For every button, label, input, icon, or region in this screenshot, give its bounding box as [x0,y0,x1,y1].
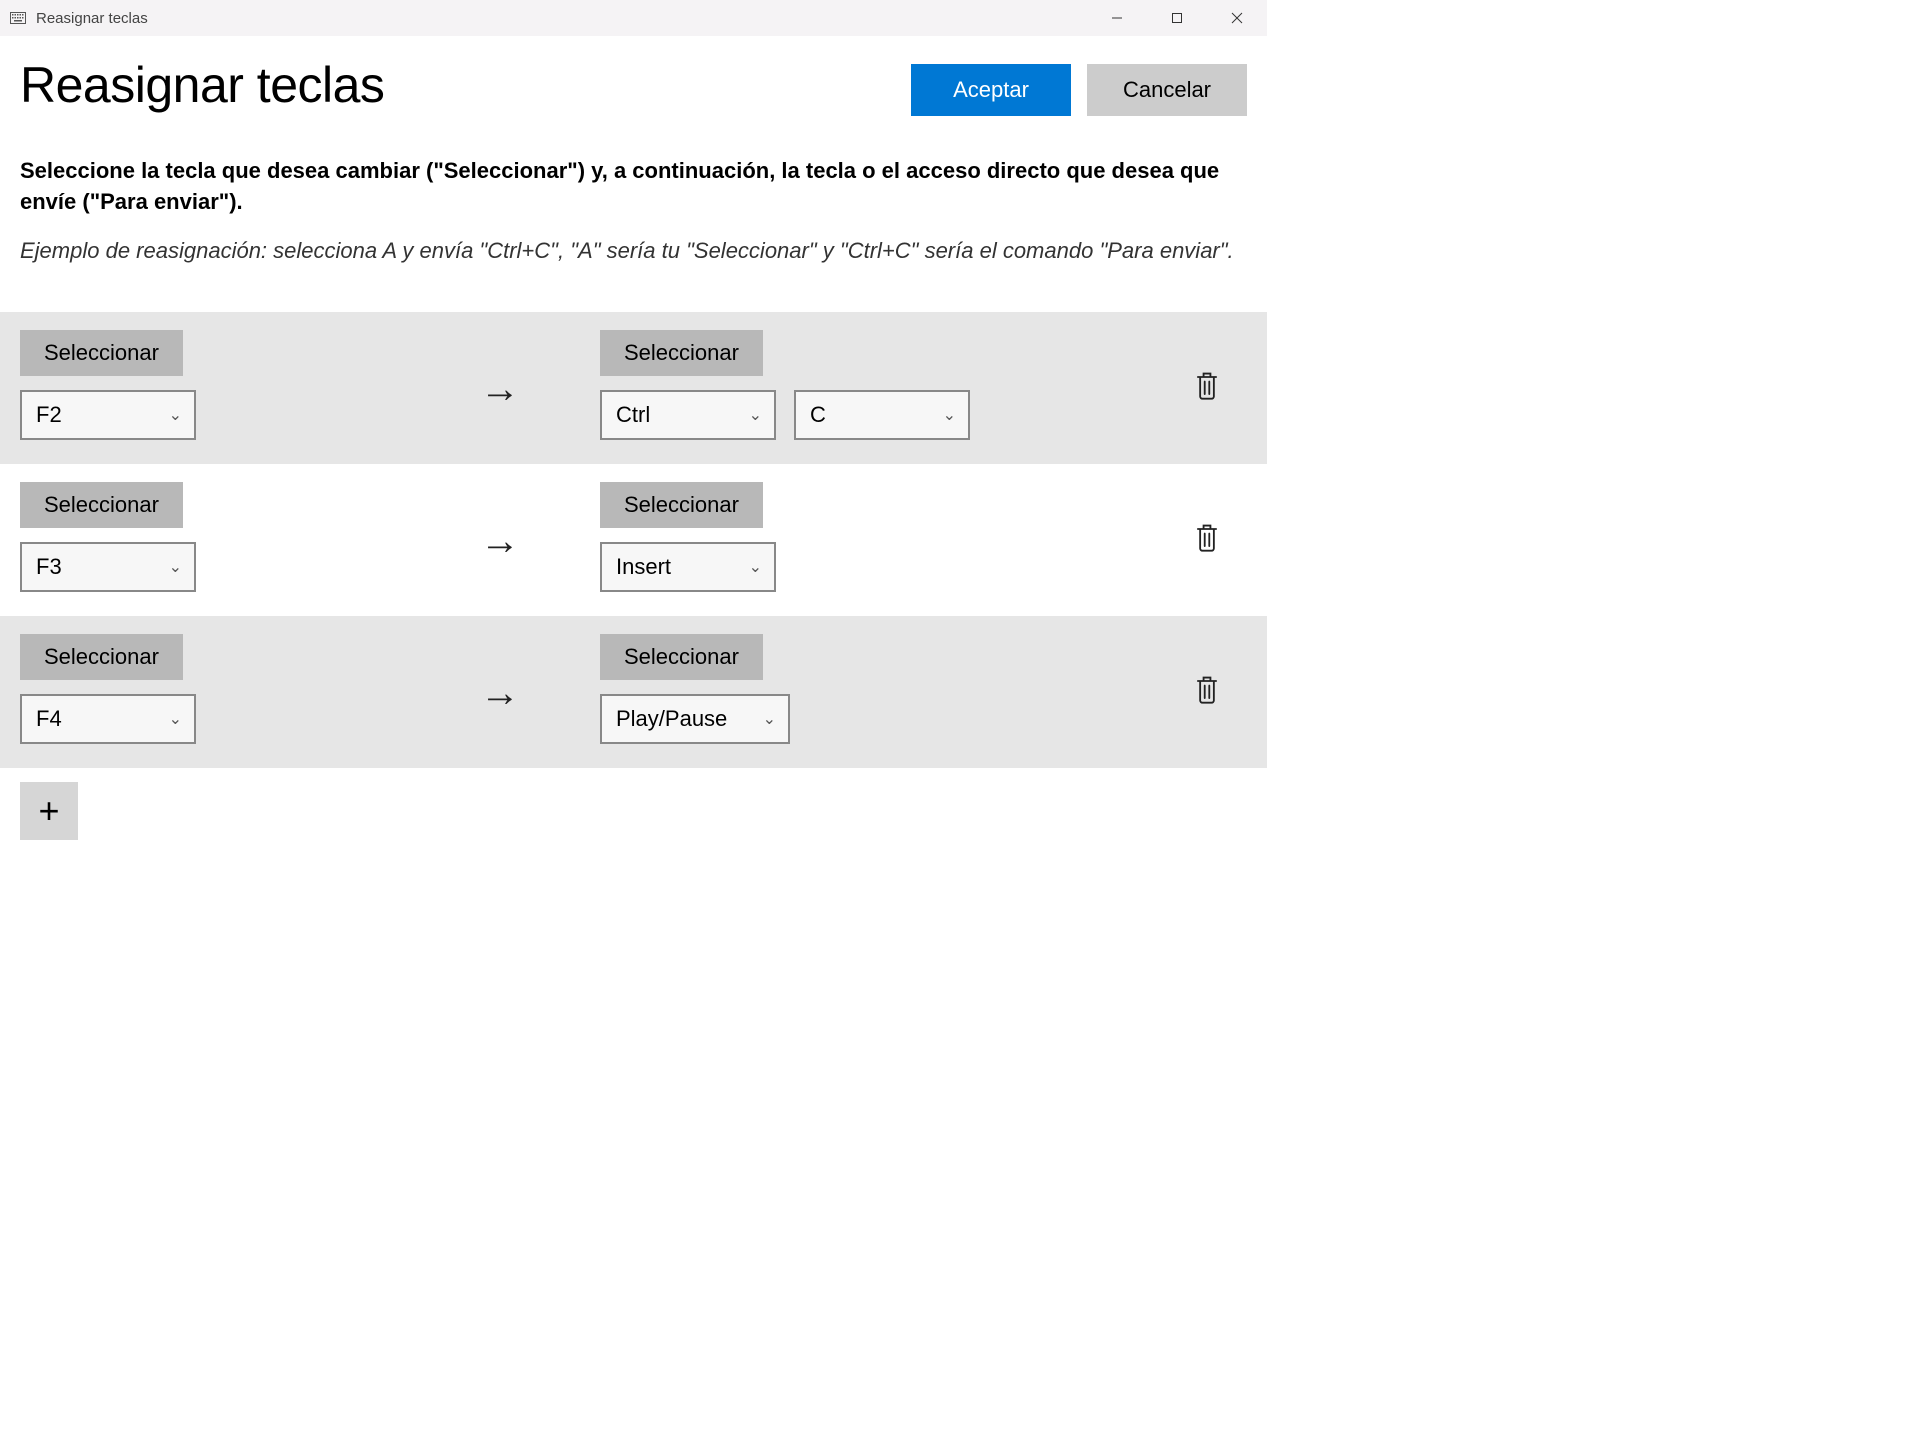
chevron-down-icon: ⌄ [169,405,182,425]
select-from-button[interactable]: Seleccionar [20,482,183,528]
chevron-down-icon: ⌄ [749,557,762,577]
keyboard-icon [10,11,26,25]
add-mapping-button[interactable]: + [20,782,78,840]
to-key-dropdown[interactable]: Play/Pause ⌄ [600,694,790,744]
mapping-row: Seleccionar F4 ⌄ → Seleccionar Play/Paus… [0,616,1267,768]
delete-button[interactable] [1193,521,1221,553]
titlebar: Reasignar teclas [0,0,1267,36]
plus-icon: + [38,790,59,832]
from-key-dropdown[interactable]: F4 ⌄ [20,694,196,744]
cancel-button[interactable]: Cancelar [1087,64,1247,116]
mapping-row: Seleccionar F2 ⌄ → Seleccionar Ctrl ⌄ [0,312,1267,464]
dropdown-value: F2 [36,402,62,428]
mappings-list: Seleccionar F2 ⌄ → Seleccionar Ctrl ⌄ [0,312,1267,768]
to-key-dropdown[interactable]: Ctrl ⌄ [600,390,776,440]
dropdown-value: Insert [616,554,671,580]
accept-button[interactable]: Aceptar [911,64,1071,116]
dropdown-value: F4 [36,706,62,732]
instructions-text: Seleccione la tecla que desea cambiar ("… [20,156,1247,218]
to-key-dropdown[interactable]: Insert ⌄ [600,542,776,592]
delete-button[interactable] [1193,673,1221,705]
from-key-dropdown[interactable]: F3 ⌄ [20,542,196,592]
dropdown-value: C [810,402,826,428]
dropdown-value: Ctrl [616,402,650,428]
chevron-down-icon: ⌄ [763,709,776,729]
select-to-button[interactable]: Seleccionar [600,330,763,376]
chevron-down-icon: ⌄ [749,405,762,425]
window-title: Reasignar teclas [36,10,1087,27]
select-to-button[interactable]: Seleccionar [600,482,763,528]
minimize-button[interactable] [1087,0,1147,36]
maximize-button[interactable] [1147,0,1207,36]
arrow-icon: → [400,357,600,412]
to-key-dropdown[interactable]: C ⌄ [794,390,970,440]
select-from-button[interactable]: Seleccionar [20,330,183,376]
page-title: Reasignar teclas [20,56,384,114]
example-text: Ejemplo de reasignación: selecciona A y … [20,238,1247,264]
window-controls [1087,0,1267,36]
dropdown-value: Play/Pause [616,706,727,732]
chevron-down-icon: ⌄ [169,557,182,577]
select-to-button[interactable]: Seleccionar [600,634,763,680]
arrow-icon: → [400,509,600,564]
select-from-button[interactable]: Seleccionar [20,634,183,680]
from-key-dropdown[interactable]: F2 ⌄ [20,390,196,440]
delete-button[interactable] [1193,369,1221,401]
dropdown-value: F3 [36,554,62,580]
mapping-row: Seleccionar F3 ⌄ → Seleccionar Insert ⌄ [0,464,1267,616]
arrow-icon: → [400,661,600,716]
chevron-down-icon: ⌄ [169,709,182,729]
close-button[interactable] [1207,0,1267,36]
chevron-down-icon: ⌄ [943,405,956,425]
